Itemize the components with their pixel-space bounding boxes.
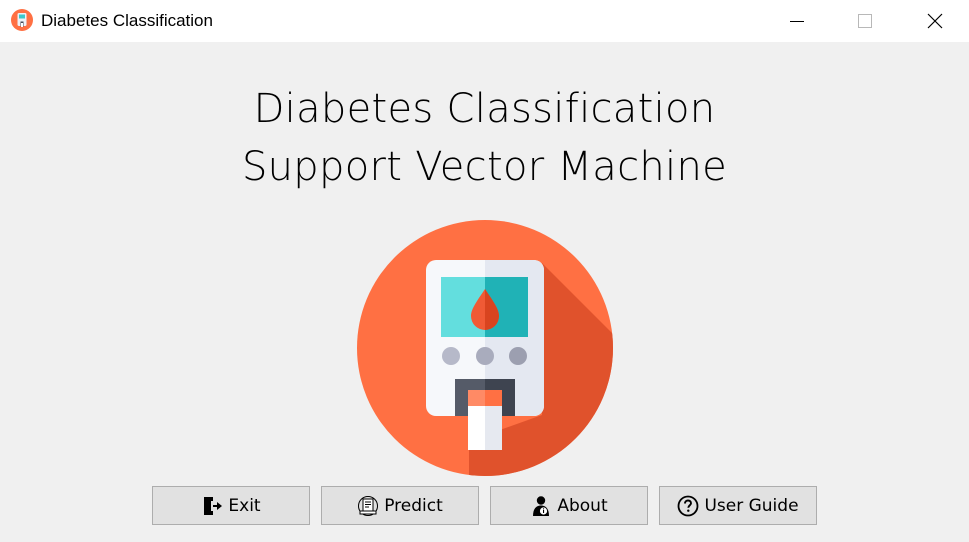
maximize-icon: [858, 14, 872, 28]
heading-line-2: Support Vector Machine: [241, 144, 728, 190]
glucose-meter-icon: [357, 220, 613, 476]
about-button[interactable]: About: [490, 486, 648, 525]
window-title: Diabetes Classification: [41, 11, 213, 30]
exit-door-icon: [201, 495, 223, 517]
about-button-label: About: [557, 495, 608, 516]
minimize-icon: [790, 20, 804, 22]
close-button[interactable]: [912, 0, 958, 42]
app-window: Diabetes Classification Diabetes Classif…: [0, 0, 969, 542]
predict-button-label: Predict: [384, 495, 443, 516]
app-glucose-meter-icon: [11, 9, 33, 31]
title-bar: Diabetes Classification: [0, 0, 969, 42]
user-guide-button[interactable]: User Guide: [659, 486, 817, 525]
page-heading: Diabetes Classification Support Vector M…: [0, 80, 969, 196]
person-info-icon: [530, 495, 552, 517]
heading-line-1: Diabetes Classification: [253, 86, 716, 132]
report-icon: [357, 495, 379, 517]
close-icon: [927, 13, 943, 29]
minimize-button[interactable]: [774, 0, 820, 42]
question-circle-icon: [677, 495, 699, 517]
maximize-button[interactable]: [842, 0, 888, 42]
exit-button-label: Exit: [228, 495, 261, 516]
exit-button[interactable]: Exit: [152, 486, 310, 525]
user-guide-button-label: User Guide: [704, 495, 799, 516]
predict-button[interactable]: Predict: [321, 486, 479, 525]
